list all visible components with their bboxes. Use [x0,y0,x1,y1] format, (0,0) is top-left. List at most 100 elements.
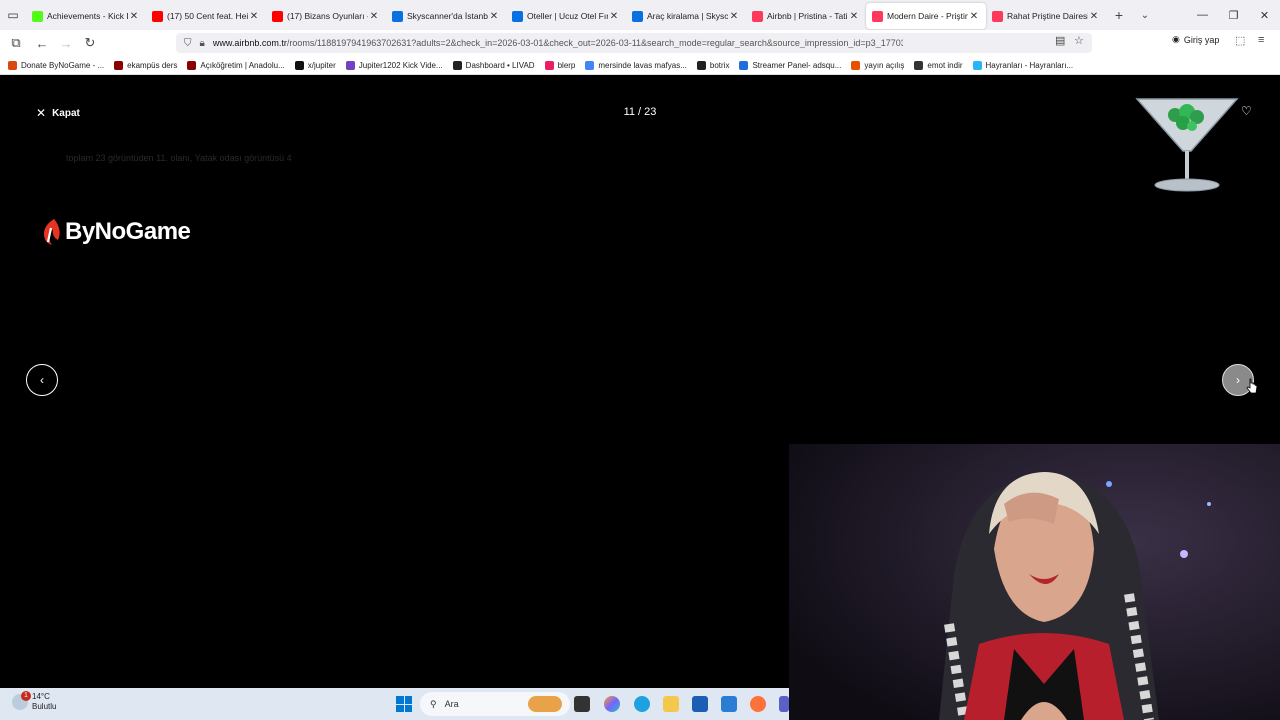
window-controls: — ❐ ✕ [1187,0,1280,30]
account-icon: ◉ [1172,34,1180,44]
sidebar-toggle-icon[interactable]: ⧉ [4,31,28,55]
copilot-icon[interactable] [604,696,620,712]
bookmark-label: Streamer Panel- adsqu... [752,60,842,70]
bookmark-item[interactable]: emot indir [914,60,963,70]
url-path: /rooms/1188197941963702631?adults=2&chec… [286,38,903,48]
tab-title: Araç kiralama | Skyscar [647,11,728,21]
search-icon: ⚲ [430,698,437,709]
bookmark-item[interactable]: Açıköğretim | Anadolu... [187,60,285,70]
reload-button[interactable]: ↻ [78,31,102,55]
bookmark-item[interactable]: mersinde lavas mafyas... [585,60,687,70]
tab-close-icon[interactable]: ✕ [968,11,980,22]
tab-close-icon[interactable]: ✕ [608,11,620,22]
teams-icon[interactable] [779,696,789,712]
bookmark-label: botrix [709,60,730,70]
browser-tab[interactable]: (17) Bizans Oyunları - E✕ [266,3,386,29]
browser-tab[interactable]: Oteller | Ucuz Otel Fırsa✕ [506,3,626,29]
weather-temperature: 14°C [32,692,50,701]
bookmark-item[interactable]: x/jupiter [294,60,336,70]
weather-widget[interactable]: 1 14°C Bulutlu [12,691,56,712]
webcam-feed [789,444,1280,720]
new-tab-button[interactable]: + [1106,7,1132,23]
weather-cloud-icon: 1 [12,691,31,710]
tab-title: (17) Bizans Oyunları - E [287,11,368,21]
tab-title: Airbnb | Pristina - Tatil [767,11,848,21]
tab-close-icon[interactable]: ✕ [128,11,140,22]
tab-close-icon[interactable]: ✕ [248,11,260,22]
tab-favicon-icon [752,10,763,22]
browser-tab[interactable]: Modern Daire - Priştine ✕ [866,3,986,29]
tab-bar: ▭ Achievements - Kick D ✕ (17) 50 Cent fea… [0,0,1280,30]
browser-tab[interactable]: Achievements - Kick D ✕ [26,3,146,29]
bookmark-item[interactable]: yayın açılış [851,60,905,70]
bookmarks-bar: Donate ByNoGame - ... ekampüs ders Açıköğr… [0,56,1280,75]
bynogame-logo: ByNoGame [40,218,191,246]
bookmark-favicon-icon [8,60,17,70]
browser-tab[interactable]: Airbnb | Pristina - Tatil ✕ [746,3,866,29]
tab-close-icon[interactable]: ✕ [1088,11,1100,22]
task-view-icon[interactable] [574,696,590,712]
outlook-icon[interactable] [721,696,737,712]
bookmark-star-icon[interactable]: ☆ [1074,34,1084,47]
previous-photo-button[interactable]: ‹ [26,364,58,396]
bookmark-item[interactable]: Dashboard • LIVAD [452,60,535,70]
tab-close-icon[interactable]: ✕ [488,11,500,22]
bookmark-item[interactable]: Jupiter1202 Kick Vide... [345,60,443,70]
forward-button[interactable]: → [54,31,78,55]
browser-tab[interactable]: Skyscanner'da İstanbul ✕ [386,3,506,29]
tab-overflow-chevron-icon[interactable]: ⌄ [1132,10,1158,21]
bookmark-favicon-icon [294,60,304,70]
bookmark-favicon-icon [851,60,861,70]
start-button[interactable] [396,696,412,712]
browser-tab[interactable]: Araç kiralama | Skyscar ✕ [626,3,746,29]
bookmark-label: Açıköğretim | Anadolu... [200,60,285,70]
bookmark-favicon-icon [585,60,595,70]
bookmark-item[interactable]: ekampüs ders [114,60,177,70]
bookmark-item[interactable]: Hayranları - Hayranları... [972,60,1073,70]
tab-close-icon[interactable]: ✕ [728,11,740,22]
bookmark-label: Donate ByNoGame - ... [21,60,105,70]
signin-button[interactable]: ◉ Giriş yap [1172,34,1219,45]
menu-icon[interactable]: ≡ [1258,34,1264,46]
bookmark-label: Dashboard • LIVAD [465,60,535,70]
bookmark-item[interactable]: blerp [544,60,575,70]
notification-badge: 1 [21,691,31,701]
windows-taskbar: 1 14°C Bulutlu ⚲ Ara [0,688,789,720]
bookmark-item[interactable]: Donate ByNoGame - ... [8,60,105,70]
tab-strip: Achievements - Kick D ✕ (17) 50 Cent feat.… [26,1,1106,29]
bookmark-item[interactable]: botrix [696,60,730,70]
tracking-protection-icon[interactable]: ⛉ [184,38,192,49]
signin-label: Giriş yap [1183,34,1220,45]
lock-icon[interactable]: 🔒︎ [200,38,205,49]
address-bar[interactable]: ⛉ 🔒︎ www.airbnb.com.tr /rooms/1188197941… [176,33,1092,53]
firefox-icon[interactable] [750,696,766,712]
bookmark-favicon-icon [345,60,355,70]
tab-title: Rahat Priştine Dairesi - [1007,11,1088,21]
tab-close-icon[interactable]: ✕ [848,11,860,22]
bookmark-favicon-icon [114,60,124,70]
heart-icon[interactable]: ♡ [1241,104,1252,118]
bookmark-item[interactable]: Streamer Panel- adsqu... [739,60,842,70]
back-button[interactable]: ← [30,31,54,55]
tab-favicon-icon [32,10,43,22]
bookmark-label: emot indir [927,60,963,70]
bookmark-label: yayın açılış [864,60,905,70]
tab-favicon-icon [272,10,283,22]
extensions-icon[interactable]: ⬚ [1235,34,1245,47]
edge-icon[interactable] [634,696,650,712]
reader-view-icon[interactable]: ▤ [1055,34,1065,47]
tab-close-icon[interactable]: ✕ [368,11,380,22]
tab-list-icon[interactable]: ▭ [0,0,26,30]
bookmark-label: x/jupiter [307,60,336,70]
webcam-overlay [789,444,1280,720]
search-placeholder: Ara [444,699,459,709]
bookmark-favicon-icon [739,60,749,70]
maximize-button[interactable]: ❐ [1218,0,1249,30]
minimize-button[interactable]: — [1187,0,1218,30]
close-window-button[interactable]: ✕ [1249,0,1280,30]
browser-tab[interactable]: (17) 50 Cent feat. Heija ✕ [146,3,266,29]
bookmark-favicon-icon [187,60,197,70]
file-explorer-icon[interactable] [663,696,679,712]
store-icon[interactable] [692,696,708,712]
browser-tab[interactable]: Rahat Priştine Dairesi - ✕ [986,3,1106,29]
